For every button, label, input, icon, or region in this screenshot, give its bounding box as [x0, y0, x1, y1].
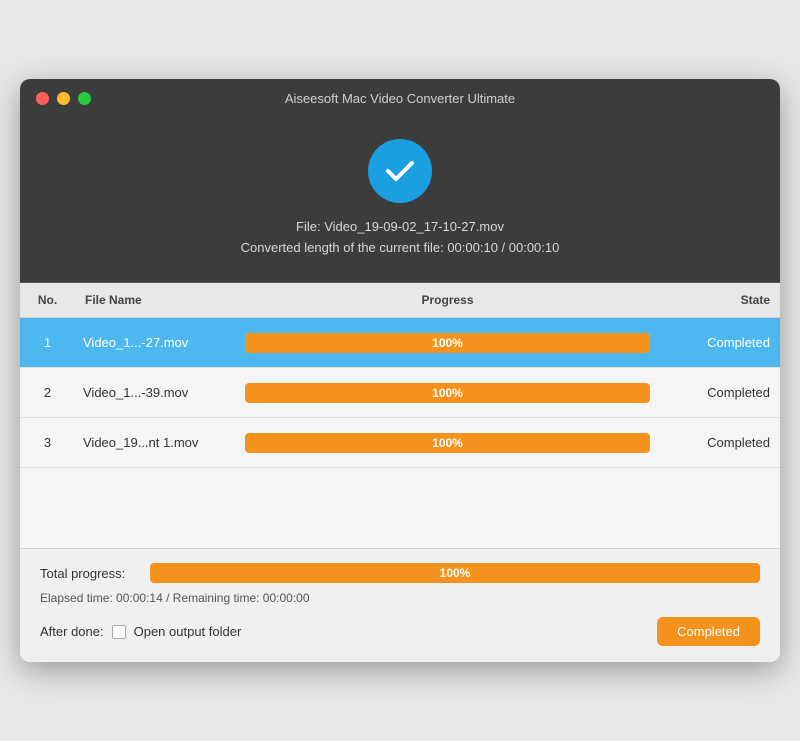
window-title: Aiseesoft Mac Video Converter Ultimate — [285, 91, 515, 106]
total-progress-text: 100% — [150, 566, 760, 580]
row-progress-bar-container: 100% — [235, 333, 660, 353]
open-output-checkbox[interactable] — [112, 625, 126, 639]
row-filename: Video_19...nt 1.mov — [75, 435, 235, 450]
main-window: Aiseesoft Mac Video Converter Ultimate F… — [20, 79, 780, 663]
close-button[interactable] — [36, 92, 49, 105]
after-done-row: After done: Open output folder Completed — [40, 617, 760, 646]
file-info: File: Video_19-09-02_17-10-27.mov Conver… — [241, 217, 560, 259]
row-progress-bar-container: 100% — [235, 383, 660, 403]
open-output-label: Open output folder — [134, 624, 242, 639]
row-state: Completed — [660, 385, 780, 400]
elapsed-row: Elapsed time: 00:00:14 / Remaining time:… — [40, 591, 760, 605]
total-progress-row: Total progress: 100% — [40, 563, 760, 583]
col-header-state: State — [660, 289, 780, 311]
col-header-no: No. — [20, 289, 75, 311]
table-row[interactable]: 2 Video_1...-39.mov 100% Completed — [20, 368, 780, 418]
row-number: 2 — [20, 385, 75, 400]
spacer — [20, 468, 780, 548]
after-done-left: After done: Open output folder — [40, 624, 241, 639]
progress-label: 100% — [245, 436, 650, 450]
maximize-button[interactable] — [78, 92, 91, 105]
progress-label: 100% — [245, 336, 650, 350]
row-number: 3 — [20, 435, 75, 450]
after-done-label: After done: — [40, 624, 104, 639]
titlebar: Aiseesoft Mac Video Converter Ultimate — [20, 79, 780, 119]
progress-label: 100% — [245, 386, 650, 400]
table-row[interactable]: 1 Video_1...-27.mov 100% Completed — [20, 318, 780, 368]
completed-button[interactable]: Completed — [657, 617, 760, 646]
checkmark-circle — [368, 139, 432, 203]
file-label: File: Video_19-09-02_17-10-27.mov — [241, 217, 560, 238]
row-filename: Video_1...-39.mov — [75, 385, 235, 400]
row-state: Completed — [660, 335, 780, 350]
window-controls — [36, 92, 91, 105]
row-number: 1 — [20, 335, 75, 350]
table-section: No. File Name Progress State 1 Video_1..… — [20, 283, 780, 548]
converted-label: Converted length of the current file: 00… — [241, 238, 560, 259]
col-header-progress: Progress — [235, 289, 660, 311]
header-section: File: Video_19-09-02_17-10-27.mov Conver… — [20, 119, 780, 284]
minimize-button[interactable] — [57, 92, 70, 105]
footer-section: Total progress: 100% Elapsed time: 00:00… — [20, 548, 780, 662]
row-filename: Video_1...-27.mov — [75, 335, 235, 350]
total-progress-bar-container: 100% — [150, 563, 760, 583]
table-row[interactable]: 3 Video_19...nt 1.mov 100% Completed — [20, 418, 780, 468]
checkmark-icon — [382, 153, 418, 189]
row-state: Completed — [660, 435, 780, 450]
table-header: No. File Name Progress State — [20, 283, 780, 318]
col-header-filename: File Name — [75, 289, 235, 311]
row-progress-bar-container: 100% — [235, 433, 660, 453]
total-progress-label: Total progress: — [40, 566, 140, 581]
